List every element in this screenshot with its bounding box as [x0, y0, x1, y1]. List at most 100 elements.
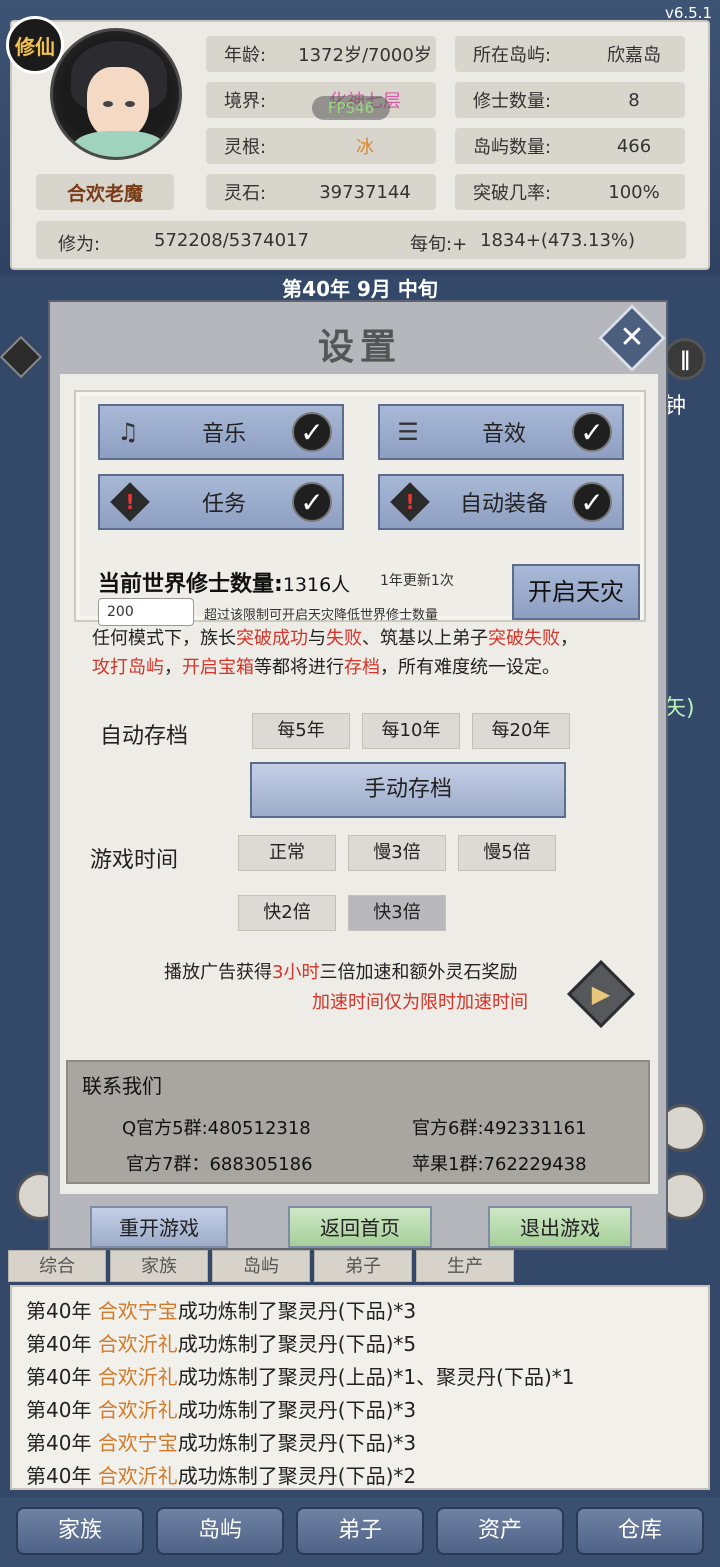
log-text: 成功炼制了聚灵丹(下品)*3 [177, 1398, 417, 1422]
music-toggle[interactable]: ♫ 音乐 ✓ [98, 404, 344, 460]
side-text: 矢) [664, 696, 695, 721]
game-date: 第40年 9月 中旬 [282, 276, 438, 301]
warning-icon: ! [110, 482, 150, 522]
exit-button[interactable]: 退出游戏 [488, 1206, 632, 1248]
sfx-toggle[interactable]: ☰ 音效 ✓ [378, 404, 624, 460]
stat-label: 突破几率: [473, 183, 552, 204]
auto-save-10y[interactable]: 每10年 [362, 713, 460, 749]
log-year: 第40年 [26, 1464, 92, 1488]
contact-qq6: 官方6群:492331161 [412, 1118, 587, 1139]
save-note: 任何模式下，族长突破成功与失败、筑基以上弟子突破失败， 攻打岛屿，开启宝箱等都将进… [92, 624, 632, 682]
toggle-label: 音乐 [201, 422, 246, 447]
nav-disciple[interactable]: 弟子 [296, 1507, 424, 1555]
auto-equip-toggle[interactable]: ! 自动装备 ✓ [378, 474, 624, 530]
nav-family[interactable]: 家族 [16, 1507, 144, 1555]
log-who[interactable]: 合欢沂礼 [98, 1398, 178, 1422]
note-text: 等都将进行 [254, 657, 344, 678]
disaster-button[interactable]: 开启天灾 [512, 564, 640, 620]
log-year: 第40年 [26, 1299, 92, 1323]
nav-island[interactable]: 岛屿 [156, 1507, 284, 1555]
equalizer-icon: ☰ [397, 418, 419, 446]
avatar-robe [73, 131, 165, 157]
stat-cultivators: 修士数量: 8 [455, 82, 685, 118]
note-text: 任何模式下，族长 [92, 628, 236, 649]
cultivation-bar: 修为: 572208/5374017 每旬:+ 1834+(473.13%) [36, 221, 686, 259]
log-tabs: 综合 家族 岛屿 弟子 生产 [8, 1250, 518, 1282]
stat-value: 冰 [356, 137, 374, 158]
xiuxian-badge: 修仙 [6, 16, 64, 74]
stat-value: 39737144 [319, 181, 411, 203]
log-row: 第40年 合欢沂礼成功炼制了聚灵丹(上品)*1、聚灵丹(下品)*1 [26, 1361, 574, 1390]
player-avatar[interactable] [50, 28, 182, 160]
speed-slow3[interactable]: 慢3倍 [348, 835, 446, 871]
nav-warehouse[interactable]: 仓库 [576, 1507, 704, 1555]
limit-hint: 超过该限制可开启天灾降低世界修士数量 [204, 608, 439, 623]
ad-text: 播放广告获得3小时三倍加速和额外灵石奖励 [164, 958, 517, 984]
speed-normal[interactable]: 正常 [238, 835, 336, 871]
close-icon: ✕ [619, 320, 645, 355]
log-text: 成功炼制了聚灵丹(下品)*2 [177, 1464, 417, 1488]
task-toggle[interactable]: ! 任务 ✓ [98, 474, 344, 530]
stat-label: 境界: [224, 91, 267, 112]
auto-save-5y[interactable]: 每5年 [252, 713, 350, 749]
warning-icon[interactable] [0, 335, 43, 379]
log-text: 成功炼制了聚灵丹(下品)*5 [177, 1332, 417, 1356]
world-count-value: 1316人 [282, 574, 351, 596]
note-text: ， [560, 628, 578, 649]
tab-production[interactable]: 生产 [416, 1250, 514, 1282]
avatar-face [87, 67, 149, 139]
stat-stone: 灵石: 39737144 [206, 174, 436, 210]
note-highlight: 突破成功 [236, 628, 308, 649]
note-text: ，所有难度统一设定。 [380, 657, 560, 678]
log-who[interactable]: 合欢沂礼 [98, 1332, 178, 1356]
avatar-eye [125, 101, 135, 107]
log-who[interactable]: 合欢沂礼 [98, 1464, 178, 1488]
per-tenday-value: 1834+(473.13%) [480, 230, 636, 251]
world-count-label: 当前世界修士数量: [98, 572, 283, 597]
per-tenday-label: 每旬:+ [410, 234, 468, 255]
stat-islands: 岛屿数量: 466 [455, 128, 685, 164]
contact-title: 联系我们 [82, 1074, 162, 1098]
log-year: 第40年 [26, 1332, 92, 1356]
stat-value: 466 [616, 135, 652, 157]
cultivator-limit-input[interactable] [98, 598, 194, 626]
manual-save-button[interactable]: 手动存档 [250, 762, 566, 818]
note-text: 、筑基以上弟子 [362, 628, 488, 649]
note-highlight: 开启宝箱 [182, 657, 254, 678]
pause-icon[interactable]: ∥ [664, 338, 706, 380]
home-button[interactable]: 返回首页 [288, 1206, 432, 1248]
log-who[interactable]: 合欢宁宝 [98, 1431, 178, 1455]
auto-save-label: 自动存档 [100, 724, 189, 749]
note-highlight: 突破失败 [488, 628, 560, 649]
ad-text-part: 三倍加速和额外灵石奖励 [319, 962, 518, 983]
log-row: 第40年 合欢沂礼成功炼制了聚灵丹(下品)*3 [26, 1394, 416, 1423]
world-count: 当前世界修士数量:1316人 [98, 566, 350, 598]
tab-general[interactable]: 综合 [8, 1250, 106, 1282]
game-time-label: 游戏时间 [90, 848, 179, 873]
restart-button[interactable]: 重开游戏 [90, 1206, 228, 1248]
log-text: 成功炼制了聚灵丹(上品)*1、聚灵丹(下品)*1 [177, 1365, 575, 1389]
speed-fast2[interactable]: 快2倍 [238, 895, 336, 931]
tab-family[interactable]: 家族 [110, 1250, 208, 1282]
log-row: 第40年 合欢宁宝成功炼制了聚灵丹(下品)*3 [26, 1427, 416, 1456]
note-text: ， [164, 657, 182, 678]
toggle-label: 任务 [201, 492, 246, 517]
log-who[interactable]: 合欢宁宝 [98, 1299, 178, 1323]
stat-label: 修士数量: [473, 91, 552, 112]
checkmark-icon: ✓ [572, 412, 612, 452]
note-highlight: 存档 [344, 657, 380, 678]
log-row: 第40年 合欢沂礼成功炼制了聚灵丹(下品)*5 [26, 1328, 416, 1357]
checkmark-icon: ✓ [292, 412, 332, 452]
auto-save-20y[interactable]: 每20年 [472, 713, 570, 749]
bottom-nav: 家族 岛屿 弟子 资产 仓库 [0, 1497, 720, 1567]
speed-fast3[interactable]: 快3倍 [348, 895, 446, 931]
note-highlight: 攻打岛屿 [92, 657, 164, 678]
log-who[interactable]: 合欢沂礼 [98, 1365, 178, 1389]
tab-island[interactable]: 岛屿 [212, 1250, 310, 1282]
toggle-label: 音效 [481, 422, 526, 447]
log-text: 成功炼制了聚灵丹(下品)*3 [177, 1431, 417, 1455]
nav-assets[interactable]: 资产 [436, 1507, 564, 1555]
stat-label: 岛屿数量: [473, 137, 552, 158]
speed-slow5[interactable]: 慢5倍 [458, 835, 556, 871]
tab-disciple[interactable]: 弟子 [314, 1250, 412, 1282]
